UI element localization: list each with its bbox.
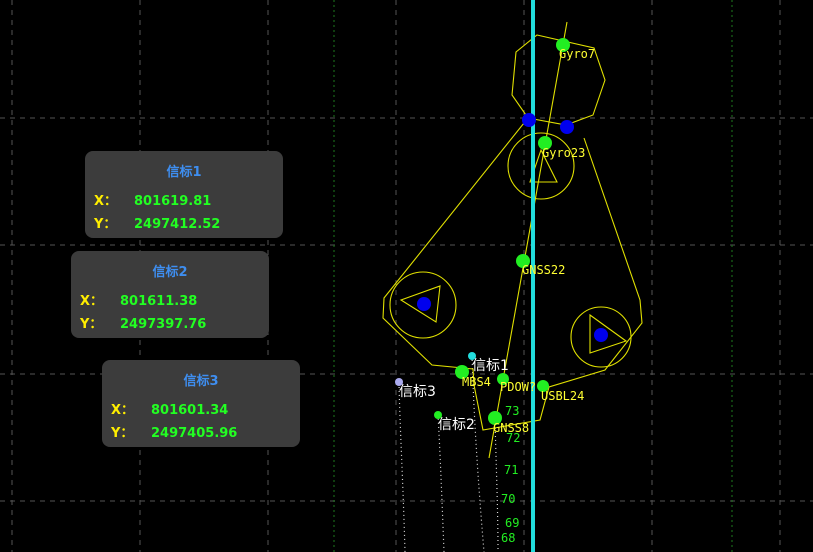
track-number: 69	[505, 516, 519, 530]
map-beacon1-label: 信标1	[472, 358, 509, 374]
map-beacon2-label: 信标2	[438, 417, 475, 433]
y-label: Y：	[80, 317, 103, 332]
gnss22-label: GNSS22	[522, 263, 565, 277]
track-number: 68	[501, 531, 515, 545]
card-title: 信标2	[152, 265, 188, 280]
card-title: 信标1	[166, 165, 202, 180]
gyro7-label: Gyro7	[559, 47, 595, 61]
y-row: Y： 2497397.76	[80, 313, 206, 332]
track-number: 72	[506, 431, 520, 445]
y-row: Y： 2497405.96	[111, 422, 237, 441]
x-value: 801601.34	[151, 403, 229, 418]
usbl24-label: USBL24	[541, 389, 584, 403]
mbs4-label: MBS4	[462, 375, 491, 389]
beacon3-card[interactable]: 信标3 X： 801601.34 Y： 2497405.96	[102, 360, 300, 447]
beacon1-card[interactable]: 信标1 X： 801619.81 Y： 2497412.52	[85, 151, 283, 238]
x-row: X： 801611.38	[80, 290, 197, 309]
track-number: 73	[505, 404, 519, 418]
x-label: X：	[94, 194, 118, 209]
beacon2-card[interactable]: 信标2 X： 801611.38 Y： 2497397.76	[71, 251, 269, 338]
y-value: 2497405.96	[151, 426, 238, 441]
map-beacon3-label: 信标3	[399, 384, 436, 400]
pdow-label: PDOW?	[500, 380, 536, 394]
x-label: X：	[111, 403, 135, 418]
y-value: 2497412.52	[134, 217, 221, 232]
x-row: X： 801601.34	[111, 399, 228, 418]
gyro23-label: Gyro23	[542, 146, 585, 160]
x-value: 801619.81	[134, 194, 212, 209]
x-row: X： 801619.81	[94, 190, 211, 209]
y-label: Y：	[94, 217, 117, 232]
track-number: 71	[504, 463, 518, 477]
y-row: Y： 2497412.52	[94, 213, 220, 232]
card-title: 信标3	[183, 374, 219, 389]
y-value: 2497397.76	[120, 317, 207, 332]
track-number: 70	[501, 492, 515, 506]
x-label: X：	[80, 294, 104, 309]
x-value: 801611.38	[120, 294, 198, 309]
y-label: Y：	[111, 426, 134, 441]
